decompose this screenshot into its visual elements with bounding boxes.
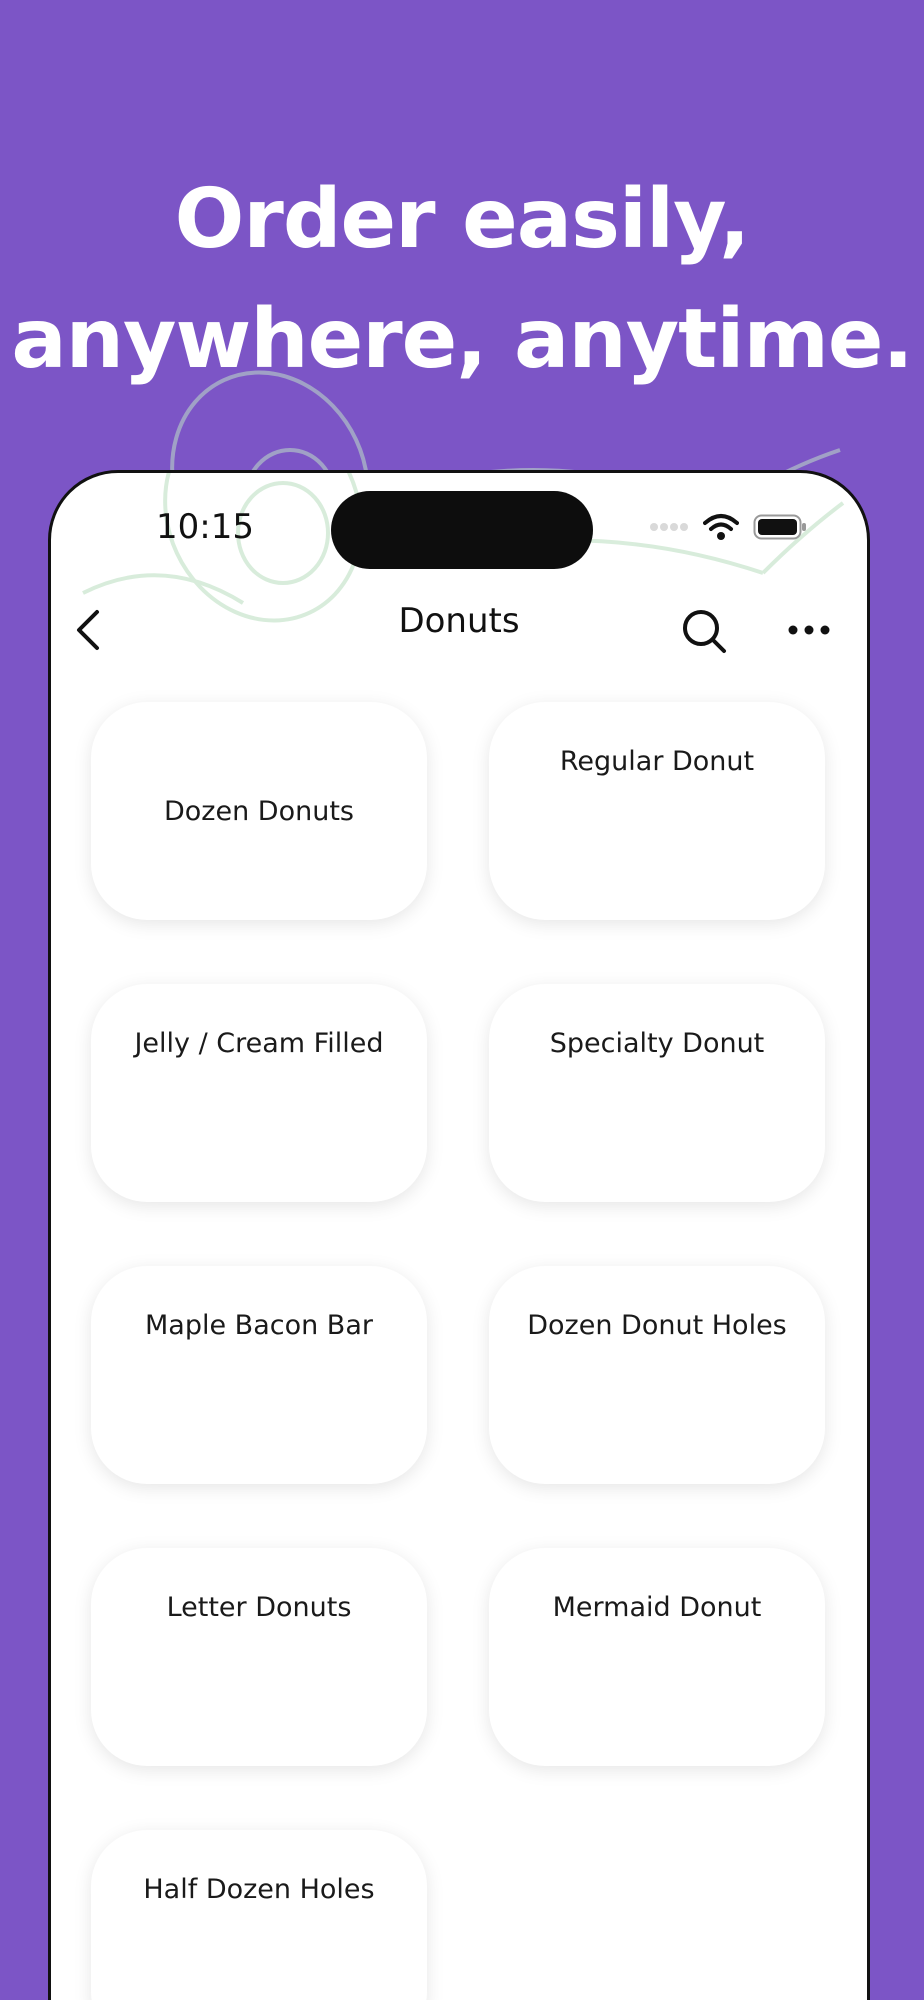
status-time: 10:15 [156,507,254,547]
dynamic-island [331,491,593,569]
signal-icon [650,523,688,531]
product-card-mermaid-donut[interactable]: Mermaid Donut [489,1548,825,1766]
search-button[interactable] [676,603,732,659]
headline-line-1: Order easily, [174,172,751,267]
product-card-label: Dozen Donuts [164,795,354,827]
product-card-regular-donut[interactable]: Regular Donut [489,702,825,920]
product-card-specialty-donut[interactable]: Specialty Donut [489,984,825,1202]
wifi-icon [703,514,739,540]
product-card-letter-donuts[interactable]: Letter Donuts [91,1548,427,1766]
search-icon [683,610,726,653]
phone-frame: 10:15 Donuts Dozen Donuts Regular Donut … [48,470,870,2000]
product-card-label: Mermaid Donut [552,1592,762,1623]
product-card-dozen-donuts[interactable]: Dozen Donuts [91,702,427,920]
product-card-label: Jelly / Cream Filled [134,1028,384,1059]
product-card-label: Maple Bacon Bar [145,1310,373,1341]
battery-icon [753,514,806,540]
product-card-dozen-donut-holes[interactable]: Dozen Donut Holes [489,1266,825,1484]
product-card-jelly-cream-filled[interactable]: Jelly / Cream Filled [91,984,427,1202]
page-title: Donuts [398,601,520,641]
product-card-label: Half Dozen Holes [143,1874,375,1905]
product-card-label: Dozen Donut Holes [527,1310,787,1341]
product-card-label: Letter Donuts [166,1592,352,1623]
more-button[interactable] [779,605,839,655]
more-horizontal-icon [788,625,830,635]
headline: Order easily, anywhere, anytime. [0,160,924,400]
product-card-maple-bacon-bar[interactable]: Maple Bacon Bar [91,1266,427,1484]
product-card-half-dozen-holes[interactable]: Half Dozen Holes [91,1830,427,2000]
navigation-bar: Donuts [51,593,867,673]
status-icons [649,513,807,541]
product-card-label: Regular Donut [559,746,755,777]
product-card-label: Specialty Donut [549,1028,765,1059]
product-grid: Dozen Donuts Regular Donut Jelly / Cream… [91,702,831,2000]
headline-line-2: anywhere, anytime. [11,292,913,387]
